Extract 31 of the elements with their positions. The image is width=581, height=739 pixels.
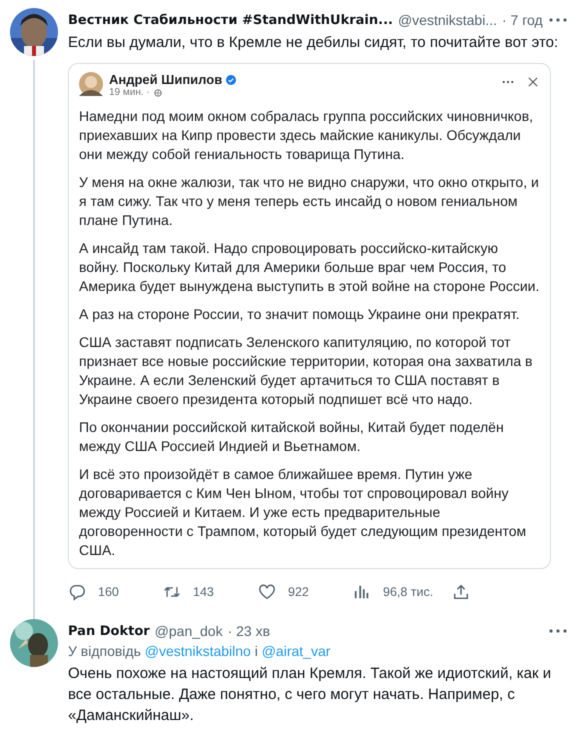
heart-icon[interactable]: [258, 583, 276, 601]
tweet-text: Если вы думали, что в Кремле не дебилы сидят, то почитайте вот это:: [68, 33, 560, 53]
post-paragraph: А раз на стороне России, то значит помощь Украине они прекратят.: [79, 305, 520, 324]
bar-chart-icon[interactable]: [353, 583, 371, 601]
action-count: 160: [98, 585, 119, 599]
author-name: Андрей Шипилов: [109, 72, 222, 87]
post-paragraph: Намедни под моим окном собралась группа российских чиновничков, приехавших на Кипр провести здесь майские каникулы. Обсуждали они между собой гениальность товарища Путина.: [79, 107, 534, 164]
handle[interactable]: @vestnikstabi...: [398, 12, 497, 28]
comment-icon[interactable]: [68, 583, 86, 601]
timestamp[interactable]: · 7 год: [502, 12, 543, 28]
timestamp[interactable]: · 23 хв: [228, 623, 270, 639]
more-icon[interactable]: [502, 80, 514, 84]
post-paragraph: А инсайд там такой. Надо спровоцировать российско-китайскую войну. Поскольку Китай для Америки больше враг чем Россия, то Америка будет вынуждена выступить в этой войне на стороне России.: [79, 239, 540, 296]
more-icon[interactable]: [549, 629, 567, 633]
more-icon[interactable]: [549, 18, 567, 22]
action-count: 143: [193, 585, 214, 599]
post-paragraph: У меня на окне жалюзи, так что не видно снаружи, что окно открыто, и я там сижу. Так что у меня теперь есть инсайд о новом гениальном плане Путина.: [79, 173, 540, 230]
post-time: 19 мин. ·: [109, 87, 150, 98]
tweet-text: Очень похоже на настоящий план Кремля. Такой же идиотский, как и все остальные. Даже понятно, с чего могут начать. Например, с «Даманскийнаш».: [68, 664, 552, 726]
display-name[interactable]: Вестник Стабильности #StandWithUkrain...: [68, 12, 393, 28]
action-count: 96,8 тис.: [383, 585, 434, 599]
close-icon[interactable]: [528, 77, 538, 87]
post-paragraph: И всё это произойдёт в самое ближайшее время. Путин уже договаривается с Ким Чен Ыном, чтобы тот спровоцировал войну между Россией и Китаем. И уже есть предварительные договоренности с Трампом, который будет следующим президентом США.: [79, 465, 528, 560]
reply-context: У відповідь @vestnikstabilno і @airat_var: [68, 643, 332, 659]
globe-icon: [154, 88, 162, 96]
action-count: 922: [288, 585, 309, 599]
post-paragraph: США заставят подписать Зеленского капитуляцию, по которой тот признает все новые российские территории, которая она захватила в Украине. А если Зеленский будет артачиться то США поставят в Украине своего президента который подпишет всё что надо.: [79, 333, 534, 409]
share-icon[interactable]: [452, 583, 470, 601]
handle[interactable]: @pan_dok: [154, 623, 223, 639]
display-name[interactable]: Pan Doktor: [68, 624, 150, 638]
post-paragraph: По окончании российской китайской войны, Китай будет поделён между США Россией Индией и Вьетнамом.: [79, 418, 505, 456]
